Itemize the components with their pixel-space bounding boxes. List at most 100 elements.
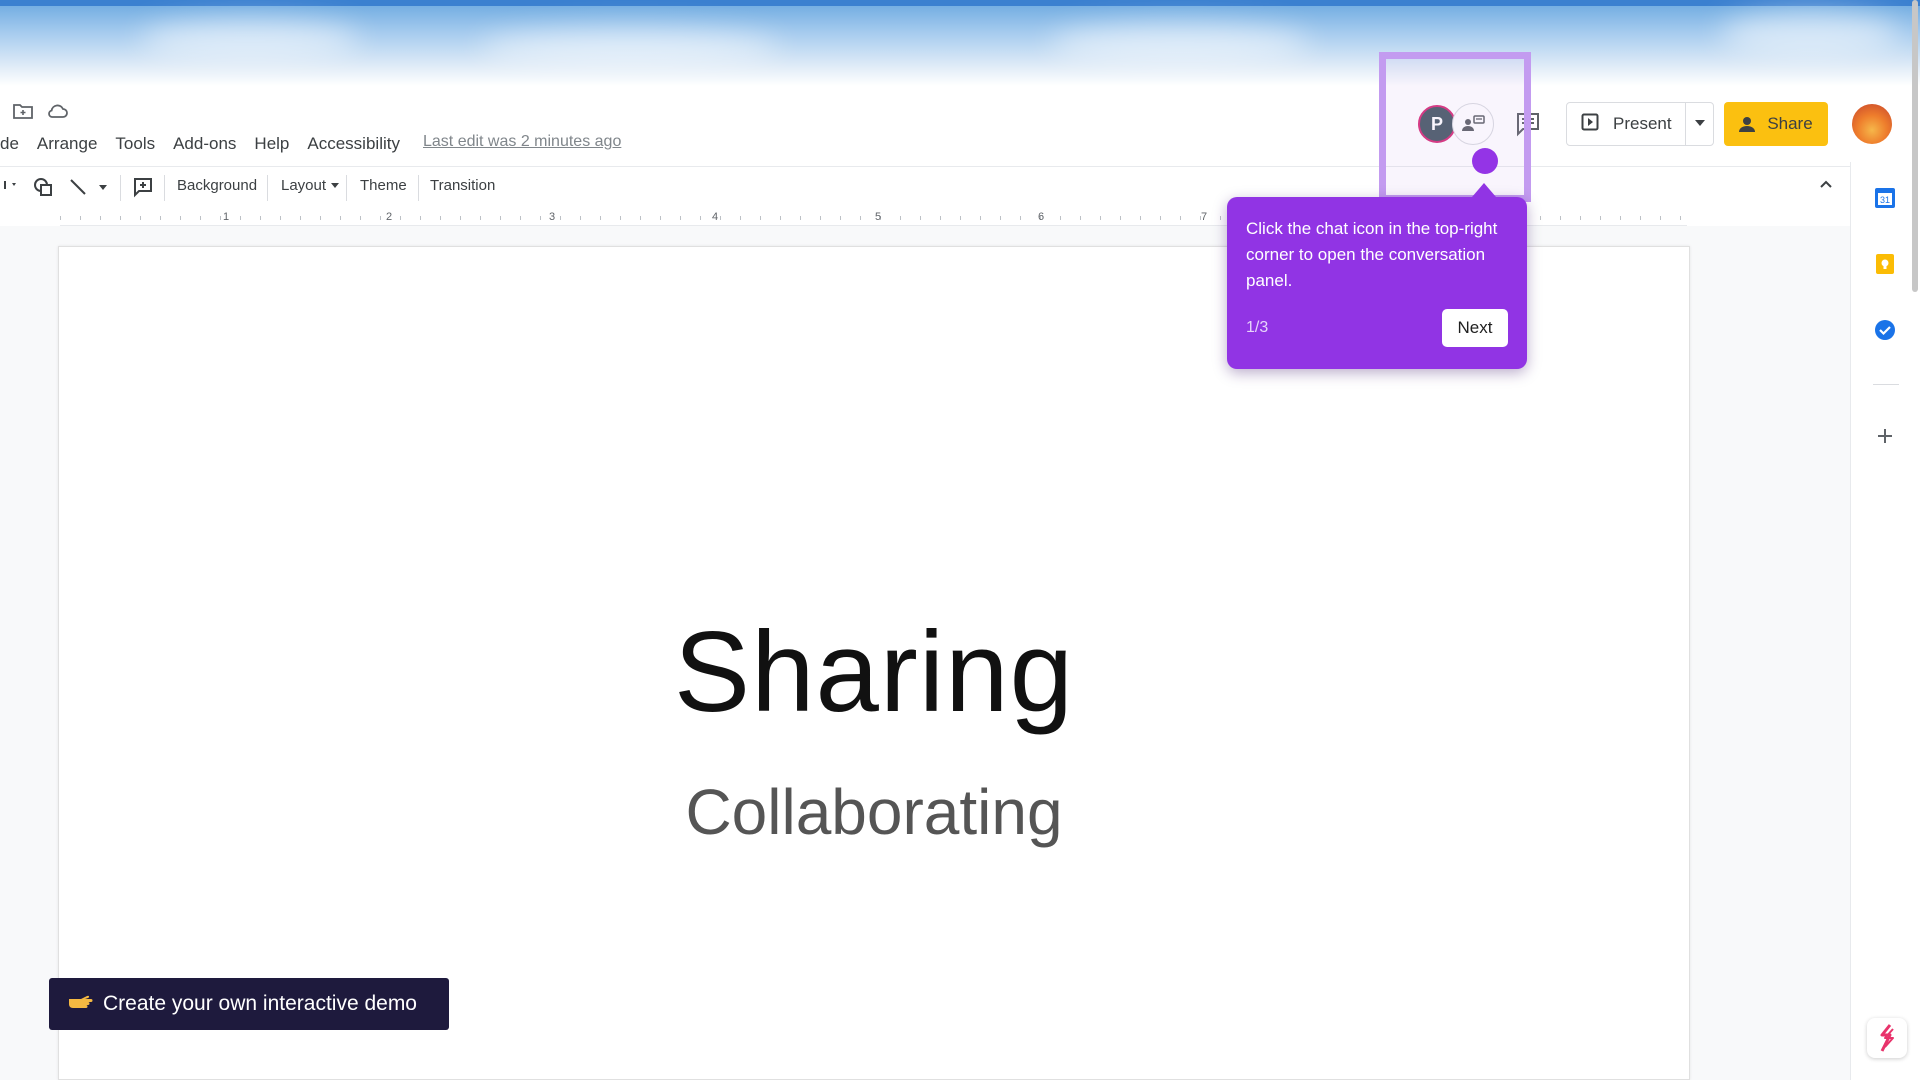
tasks-icon[interactable]: [1873, 318, 1897, 342]
add-comment-icon[interactable]: [132, 176, 154, 202]
present-icon: [1581, 113, 1599, 136]
background-button[interactable]: Background: [177, 177, 257, 194]
svg-text:31: 31: [1880, 195, 1890, 205]
move-to-folder-icon[interactable]: [12, 102, 34, 120]
ruler-tick: [1160, 216, 1161, 220]
guide-step-counter: 1/3: [1246, 319, 1269, 336]
ruler-tick: [1000, 216, 1001, 220]
side-panel: 31: [1850, 162, 1920, 1080]
ruler-tick: [380, 216, 381, 220]
ruler-number: 6: [1038, 211, 1045, 223]
layout-button[interactable]: Layout: [281, 177, 340, 194]
menu-help[interactable]: Help: [254, 134, 289, 154]
present-button[interactable]: Present: [1566, 102, 1714, 146]
layout-label: Layout: [281, 177, 327, 194]
ruler-tick: [80, 216, 81, 220]
ruler-number: 3: [549, 211, 556, 223]
ruler-tick: [780, 216, 781, 220]
next-button[interactable]: Next: [1442, 309, 1508, 347]
shape-icon[interactable]: [32, 176, 54, 202]
calendar-icon[interactable]: 31: [1873, 186, 1897, 210]
ruler-tick: [740, 216, 741, 220]
collapse-menus-icon[interactable]: [1818, 176, 1834, 197]
ruler-tick: [140, 216, 141, 220]
present-dropdown-icon[interactable]: [1695, 120, 1705, 126]
menu-tools[interactable]: Tools: [115, 134, 155, 154]
cloud-status-icon[interactable]: [46, 102, 68, 120]
toolbar: Background Layout Theme Transition: [0, 166, 1850, 206]
ruler-tick: [960, 216, 961, 220]
menu-accessibility[interactable]: Accessibility: [307, 134, 400, 154]
ruler-tick: [160, 216, 161, 220]
keep-icon[interactable]: [1873, 252, 1897, 276]
ruler-tick: [940, 216, 941, 220]
page-scrollbar[interactable]: [1912, 0, 1918, 292]
toolbar-divider: [418, 175, 419, 201]
ruler-tick: [640, 216, 641, 220]
last-edit-link[interactable]: Last edit was 2 minutes ago: [423, 133, 621, 151]
add-addon-icon[interactable]: [1873, 424, 1897, 448]
menu-slide[interactable]: de: [0, 134, 19, 154]
ruler-tick: [560, 216, 561, 220]
ruler-tick: [800, 216, 801, 220]
toolbar-divider: [120, 175, 121, 201]
hotspot-beacon[interactable]: [1472, 148, 1498, 174]
ruler-tick: [280, 216, 281, 220]
ruler-tick: [420, 216, 421, 220]
toolbar-divider: [267, 175, 268, 201]
menu-arrange[interactable]: Arrange: [37, 134, 97, 154]
ruler-tick: [320, 216, 321, 220]
tool-dropdown-icon[interactable]: [4, 175, 18, 199]
ruler-tick: [1060, 216, 1061, 220]
transition-button[interactable]: Transition: [430, 177, 495, 194]
ruler-tick: [300, 216, 301, 220]
ruler-tick: [1600, 216, 1601, 220]
ruler-tick: [180, 216, 181, 220]
ruler-tick: [1540, 216, 1541, 220]
slide-subtitle[interactable]: Collaborating: [59, 775, 1689, 849]
line-dropdown-icon[interactable]: [98, 179, 108, 196]
brand-logo-icon[interactable]: [1867, 1018, 1907, 1058]
ruler-tick: [660, 216, 661, 220]
ruler-number: 1: [223, 211, 230, 223]
slide[interactable]: Sharing Collaborating: [58, 246, 1690, 1080]
present-label: Present: [1613, 114, 1672, 133]
ruler-tick: [680, 216, 681, 220]
ruler-tick: [260, 216, 261, 220]
ruler-tick: [360, 216, 361, 220]
ruler-tick: [1100, 216, 1101, 220]
highlight-box: [1379, 52, 1531, 202]
ruler-tick: [480, 216, 481, 220]
ruler-tick: [1680, 216, 1681, 220]
ruler-tick: [860, 216, 861, 220]
ruler-number: 2: [386, 211, 393, 223]
pointing-hand-icon: [67, 992, 93, 1016]
ruler-tick: [400, 216, 401, 220]
ruler-tick: [500, 216, 501, 220]
menu-add-ons[interactable]: Add-ons: [173, 134, 236, 154]
guide-text: Click the chat icon in the top-right cor…: [1246, 219, 1498, 290]
layout-dropdown-icon: [331, 183, 340, 188]
ruler-tick: [980, 216, 981, 220]
create-demo-button[interactable]: Create your own interactive demo: [49, 978, 449, 1030]
ruler-tick: [100, 216, 101, 220]
ruler-tick: [240, 216, 241, 220]
ruler-tick: [1080, 216, 1081, 220]
ruler-tick: [580, 216, 581, 220]
toolbar-divider: [346, 175, 347, 201]
ruler-number: 7: [1201, 211, 1208, 223]
slide-title[interactable]: Sharing: [59, 607, 1689, 738]
theme-button[interactable]: Theme: [360, 177, 407, 194]
ruler-tick: [1660, 216, 1661, 220]
ruler-tick: [220, 216, 221, 220]
ruler-tick: [840, 216, 841, 220]
ruler-tick: [1140, 216, 1141, 220]
share-button[interactable]: Share: [1724, 102, 1828, 146]
toolbar-divider: [164, 175, 165, 201]
ruler-tick: [340, 216, 341, 220]
browser-banner: [0, 0, 1920, 86]
line-icon[interactable]: [68, 177, 88, 201]
person-add-icon: [1739, 117, 1756, 132]
user-avatar[interactable]: [1852, 104, 1892, 144]
ruler-tick: [440, 216, 441, 220]
